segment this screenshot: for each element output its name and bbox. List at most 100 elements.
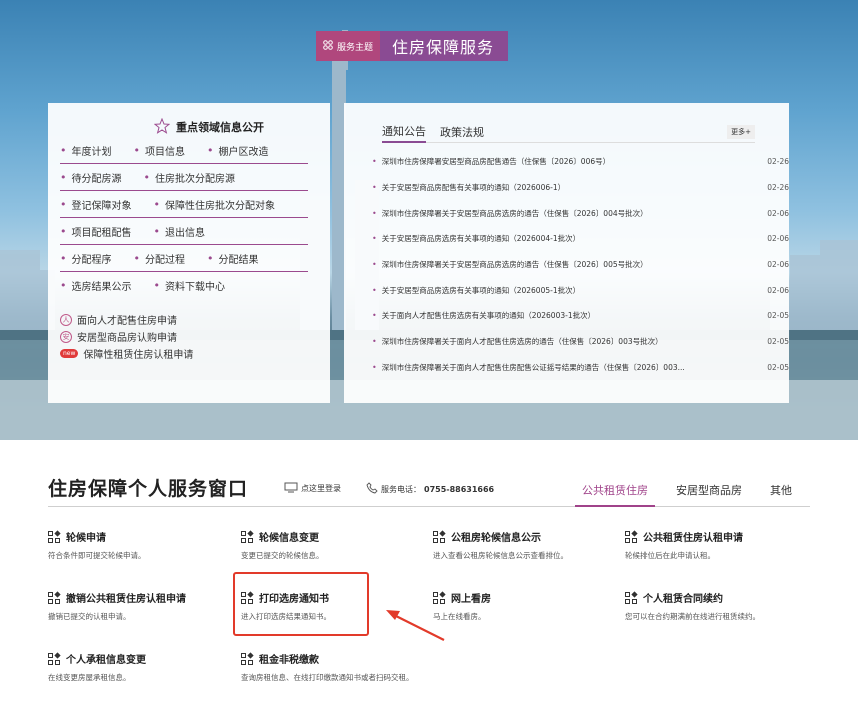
service-item-desc: 马上在线看房。	[433, 612, 486, 621]
news-date: 02-26	[767, 157, 789, 167]
news-title: 关于安居型商品房配售有关事项的通知（2026006-1）	[381, 183, 566, 193]
service-item-title: 轮候申请	[66, 533, 106, 544]
tab-public-rental[interactable]: 公共租赁住房	[582, 482, 648, 498]
news-item[interactable]: 深圳市住房保障署关于安居型商品房选房的通告（住保售〔2026〕004号批次） 02…	[372, 200, 789, 226]
service-item-head: 个人承租信息变更	[48, 651, 228, 666]
news-title: 关于安居型商品房选房有关事项的通知（2026004-1批次）	[381, 234, 581, 244]
service-item-title: 公共租赁住房认租申请	[643, 533, 743, 544]
news-item[interactable]: 深圳市住房保障署关于面向人才配售住房配售公证摇号结果的通告（住保售〔2026〕0…	[372, 355, 789, 381]
service-item-head: 公租房轮候信息公示	[433, 529, 613, 544]
service-item[interactable]: 轮候信息变更变更已提交的轮候信息。	[241, 529, 421, 562]
more-button[interactable]: 更多+	[727, 125, 755, 139]
service-item[interactable]: 网上看房马上在线看房。	[433, 590, 613, 623]
info-link[interactable]: 分配结果	[207, 251, 259, 266]
service-tabs: 公共租赁住房 安居型商品房 其他	[582, 482, 792, 498]
news-item[interactable]: 深圳市住房保障署关于面向人才配售住房选房的通告（住保售〔2026〕003号批次）…	[372, 329, 789, 355]
info-link[interactable]: 保障性住房批次分配对象	[154, 197, 275, 212]
info-link[interactable]: 住房批次分配房源	[144, 170, 235, 185]
star-icon	[153, 117, 171, 137]
application-link[interactable]: 人面向人才配售住房申请	[60, 311, 318, 328]
info-link[interactable]: 待分配房源	[60, 170, 122, 185]
news-title: 深圳市住房保障署关于安居型商品房选房的通告（住保售〔2026〕005号批次）	[381, 260, 648, 270]
service-grid-icon	[433, 529, 446, 543]
grid-icon	[323, 39, 333, 53]
service-grid-icon	[48, 651, 61, 665]
tab-policies[interactable]: 政策法规	[440, 121, 484, 143]
info-link[interactable]: 登记保障对象	[60, 197, 132, 212]
service-item-title: 个人租赁合同续约	[643, 594, 723, 605]
service-item[interactable]: 个人承租信息变更 在线变更房屋承租信息。	[48, 651, 228, 684]
info-link[interactable]: 资料下载中心	[154, 278, 225, 293]
news-title: 深圳市住房保障署关于面向人才配售住房选房的通告（住保售〔2026〕003号批次）	[381, 337, 663, 347]
news-date: 02-05	[767, 337, 789, 347]
application-link[interactable]: new 保障性租赁住房认租申请	[60, 345, 318, 362]
service-item-head: 轮候信息变更	[241, 529, 421, 544]
login-link[interactable]: 点这里登录	[284, 482, 341, 495]
service-item-head: 个人租赁合同续约	[625, 590, 805, 605]
phone-label: 服务电话：	[381, 484, 421, 494]
service-item[interactable]: 公租房轮候信息公示 进入查看公租房轮候信息公示查看排位。	[433, 529, 613, 562]
service-item-desc: 您可以在合约期满前在线进行租赁续约。	[625, 612, 760, 621]
service-item-desc: 查询房租信息、在线打印缴款通知书或者扫码交租。	[241, 673, 414, 682]
key-info-panel: 重点领域信息公开 年度计划 项目信息 棚户区改造待分配房源 住房批次分配房源登记保障对…	[48, 103, 330, 403]
service-item-head: 轮候申请	[48, 529, 228, 544]
service-item[interactable]: 公共租赁住房认租申请轮候排位后在此申请认租。	[625, 529, 805, 562]
news-date: 02-05	[767, 311, 789, 321]
theme-header: 服务主题 住房保障服务	[316, 31, 509, 61]
info-link[interactable]: 棚户区改造	[207, 143, 269, 158]
service-item-title: 网上看房	[451, 594, 491, 605]
service-item-desc: 变更已提交的轮候信息。	[241, 551, 324, 560]
info-link[interactable]: 分配过程	[134, 251, 185, 266]
info-link[interactable]: 分配程序	[60, 251, 112, 266]
new-badge-icon: new	[60, 349, 79, 358]
application-link-label: 安居型商品房认购申请	[77, 333, 177, 344]
service-grid-icon	[48, 529, 61, 543]
news-tabs: 通知公告 政策法规 更多+	[382, 121, 755, 143]
news-date: 02-06	[767, 208, 789, 218]
service-grid-icon	[625, 590, 638, 604]
info-link[interactable]: 项目配租配售	[60, 224, 132, 239]
service-item-title: 个人承租信息变更	[66, 655, 146, 666]
service-item-desc: 符合条件即可提交轮候申请。	[48, 551, 146, 560]
key-info-heading-label: 重点领域信息公开	[176, 121, 264, 134]
news-title: 关于面向人才配售住房选房有关事项的通知（2026003-1批次）	[381, 311, 596, 321]
active-tab-underline	[575, 505, 655, 507]
news-item[interactable]: 关于安居型商品房选房有关事项的通知（2026004-1批次） 02-06	[372, 226, 789, 252]
info-link[interactable]: 年度计划	[60, 143, 112, 158]
service-item-title: 轮候信息变更	[259, 533, 319, 544]
highlight-box	[233, 572, 369, 636]
info-link[interactable]: 退出信息	[154, 224, 205, 239]
application-link[interactable]: 安安居型商品房认购申请	[60, 328, 318, 345]
theme-title: 住房保障服务	[380, 31, 509, 61]
service-item-title: 租金非税缴款	[259, 655, 319, 666]
service-item[interactable]: 个人租赁合同续约您可以在合约期满前在线进行租赁续约。	[625, 590, 805, 623]
news-item[interactable]: 深圳市住房保障署关于安居型商品房选房的通告（住保售〔2026〕005号批次） 02…	[372, 252, 789, 278]
info-row: 项目配租配售 退出信息	[60, 218, 308, 245]
service-item-head: 租金非税缴款	[241, 651, 426, 666]
news-title: 深圳市住房保障署关于面向人才配售住房配售公证摇号结果的通告（住保售〔2026〕0…	[381, 362, 685, 372]
service-item-title: 公租房轮候信息公示	[451, 533, 541, 544]
service-window-title: 住房保障个人服务窗口	[48, 478, 249, 500]
theme-tag-label: 服务主题	[337, 42, 374, 53]
info-link[interactable]: 项目信息	[134, 143, 185, 158]
info-link[interactable]: 选房结果公示	[60, 278, 132, 293]
service-item[interactable]: 轮候申请符合条件即可提交轮候申请。	[48, 529, 228, 562]
news-panel: 通知公告 政策法规 更多+ 深圳市住房保障署安居型商品房配售通告（住保售〔202…	[344, 103, 789, 403]
news-item[interactable]: 关于面向人才配售住房选房有关事项的通知（2026003-1批次） 02-05	[372, 303, 789, 329]
news-date: 02-05	[767, 362, 789, 372]
service-item-desc: 轮候排位后在此申请认租。	[625, 551, 715, 560]
news-item[interactable]: 关于安居型商品房选房有关事项的通知（2026005-1批次） 02-06	[372, 277, 789, 303]
tab-affordable-housing[interactable]: 安居型商品房	[676, 482, 742, 498]
service-item-head: 撤销公共租赁住房认租申请	[48, 590, 228, 605]
tab-other[interactable]: 其他	[770, 482, 792, 498]
news-date: 02-06	[767, 234, 789, 244]
news-item[interactable]: 深圳市住房保障署安居型商品房配售通告（住保售〔2026〕006号） 02-26	[372, 149, 789, 175]
service-item-title: 撤销公共租赁住房认租申请	[66, 594, 186, 605]
service-item[interactable]: 租金非税缴款查询房租信息、在线打印缴款通知书或者扫码交租。	[241, 651, 426, 684]
news-item[interactable]: 关于安居型商品房配售有关事项的通知（2026006-1） 02-26	[372, 175, 789, 201]
service-item-desc: 撤销已提交的认租申请。	[48, 612, 131, 621]
info-row: 年度计划 项目信息 棚户区改造	[60, 137, 308, 164]
news-date: 02-26	[767, 183, 789, 193]
tab-notices[interactable]: 通知公告	[382, 121, 426, 143]
service-item[interactable]: 撤销公共租赁住房认租申请撤销已提交的认租申请。	[48, 590, 228, 623]
